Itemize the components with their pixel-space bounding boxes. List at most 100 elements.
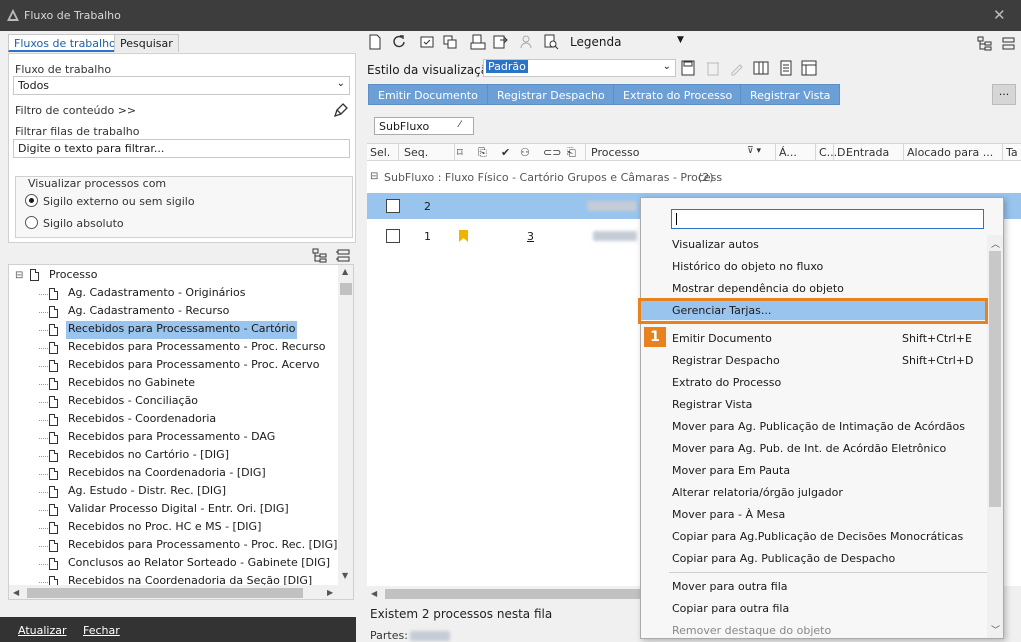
context-menu-item[interactable]: Remover destaque do objeto	[672, 624, 831, 637]
scroll-up-icon[interactable]: ▲	[342, 267, 348, 276]
tree-root[interactable]: Processo	[47, 267, 99, 285]
registrar-despacho-button[interactable]: Registrar Despacho	[487, 84, 615, 105]
context-menu-item[interactable]: Histórico do objeto no fluxo	[672, 260, 823, 273]
context-menu-item[interactable]: Mover para - À Mesa	[672, 508, 785, 521]
brush-icon[interactable]	[333, 102, 349, 118]
context-menu-item[interactable]: Mostrar dependência do objeto	[672, 282, 844, 295]
legend-label[interactable]: Legenda	[570, 35, 621, 49]
tree-item[interactable]: Recebidos no Proc. HC e MS - [DIG]	[66, 519, 263, 537]
tree-item[interactable]: Ag. Estudo - Distr. Rec. [DIG]	[66, 483, 228, 501]
col-entrada[interactable]: Entrada	[846, 146, 889, 159]
tree-item[interactable]: Recebidos - Conciliação	[66, 393, 200, 411]
context-menu-item[interactable]: Mover para Ag. Pub. de Int. de Acórdão E…	[672, 442, 946, 455]
tree-item[interactable]: Recebidos para Processamento - DAG	[66, 429, 277, 447]
tree-item[interactable]: Recebidos no Gabinete	[66, 375, 197, 393]
scroll-down-icon[interactable]: ﹀	[991, 623, 1000, 636]
tree-item[interactable]: Recebidos na Coordenadoria - [DIG]	[66, 465, 268, 483]
bookmark-col-icon[interactable]: ⌑	[457, 146, 463, 159]
tree-expand-icon[interactable]	[312, 248, 328, 264]
legend-dropdown-icon[interactable]: ▼	[677, 35, 684, 45]
scroll-up-icon[interactable]: ︿	[991, 237, 1000, 250]
context-menu-item[interactable]: Alterar relatoria/órgão julgador	[672, 486, 843, 499]
context-menu-item[interactable]: Extrato do Processo	[672, 376, 781, 389]
tree-hscroll-thumb[interactable]	[27, 588, 303, 598]
transfer-icon[interactable]	[470, 34, 486, 50]
close-window-icon[interactable]: ✕	[993, 6, 1006, 24]
context-menu-item[interactable]: Copiar para Ag. Publicação de Despacho	[672, 552, 895, 565]
row-checkbox[interactable]	[386, 199, 400, 213]
tree-item[interactable]: Validar Processo Digital - Entr. Ori. [D…	[66, 501, 291, 519]
scroll-left-icon[interactable]: ◀	[13, 588, 19, 597]
check-doc-icon[interactable]	[419, 34, 435, 50]
tree-item[interactable]: Ag. Cadastramento - Originários	[66, 285, 247, 303]
more-button[interactable]: ...	[992, 84, 1016, 105]
radio-sigilo-externo[interactable]	[25, 194, 38, 207]
group-chip[interactable]: SubFluxo ⁄	[374, 117, 474, 135]
tree-item[interactable]: Recebidos para Processamento - Proc. Ace…	[66, 357, 322, 375]
layout-icon[interactable]	[801, 60, 817, 76]
export-icon[interactable]	[492, 34, 508, 50]
tree-item[interactable]: Recebidos para Processamento - Proc. Rec…	[66, 537, 339, 555]
emitir-documento-button[interactable]: Emitir Documento	[368, 84, 488, 105]
flow-select[interactable]: Todos ⌄	[13, 76, 350, 95]
context-menu-item[interactable]: Visualizar autos	[672, 238, 759, 251]
context-menu-item[interactable]: Mover para outra fila	[672, 580, 788, 593]
tree-vscroll[interactable]: ▲ ▼	[338, 265, 353, 585]
queue-filter-input[interactable]: Digite o texto para filtrar...	[13, 139, 350, 158]
col-ta[interactable]: Ta	[1006, 146, 1018, 159]
view-style-select[interactable]: Padrão ⌄	[483, 59, 676, 77]
tree-hscroll[interactable]: ◀ ▶	[9, 585, 353, 599]
scroll-left-icon[interactable]: ◀	[371, 589, 377, 598]
search-doc-icon[interactable]	[543, 34, 559, 50]
tree-item[interactable]: Recebidos para Processamento - Proc. Rec…	[66, 339, 328, 357]
context-vscroll-thumb[interactable]	[989, 251, 1001, 507]
save-icon[interactable]	[681, 60, 695, 76]
tree-item[interactable]: Recebidos no Cartório - [DIG]	[66, 447, 231, 465]
row-checkbox[interactable]	[386, 229, 400, 243]
registrar-vista-button[interactable]: Registrar Vista	[740, 84, 841, 105]
col-processo[interactable]: Processo	[591, 146, 639, 159]
context-menu-item[interactable]: Registrar Vista	[672, 398, 752, 411]
check-col-icon[interactable]: ✔	[501, 146, 510, 159]
collapse-tree-icon[interactable]	[1000, 36, 1016, 52]
col-seq[interactable]: Seq.	[404, 146, 428, 159]
tab-pesquisar[interactable]: Pesquisar	[114, 34, 179, 52]
scroll-right-icon[interactable]: ▶	[327, 588, 333, 597]
tree-vscroll-thumb[interactable]	[340, 283, 352, 295]
refresh-button[interactable]: Atualizar	[18, 624, 67, 637]
col-alocado[interactable]: Alocado para ...	[907, 146, 993, 159]
tree-collapse-icon[interactable]	[335, 248, 351, 264]
col-a[interactable]: Á...	[779, 146, 797, 159]
tree-item[interactable]: Recebidos - Coordenadoria	[66, 411, 218, 429]
group-row-label[interactable]: SubFluxo : Fluxo Físico - Cartório Grupo…	[384, 171, 722, 184]
scroll-down-icon[interactable]: ▼	[342, 571, 348, 580]
filter-processo-icon[interactable]: ⊽ ▾	[747, 146, 761, 156]
columns-icon[interactable]	[753, 60, 769, 76]
link-col-icon[interactable]: ⊂⊃	[543, 146, 561, 159]
delete-icon[interactable]	[706, 60, 720, 76]
context-search-input[interactable]	[671, 209, 984, 229]
grid-hscroll-thumb[interactable]	[385, 589, 655, 599]
row-link[interactable]: 3	[527, 230, 534, 243]
context-menu-item[interactable]: Registrar Despacho	[672, 354, 780, 367]
tree-item[interactable]: Conclusos ao Relator Sorteado - Gabinete…	[66, 555, 332, 573]
doc-list-icon[interactable]	[778, 60, 794, 76]
group-collapse-icon[interactable]: ⊟	[370, 171, 378, 182]
context-menu-item[interactable]: Copiar para outra fila	[672, 602, 789, 615]
context-menu-item[interactable]: Copiar para Ag.Publicação de Decisões Mo…	[672, 530, 963, 543]
col-c[interactable]: C...	[819, 146, 837, 159]
context-menu-item[interactable]: Mover para Ag. Publicação de Intimação d…	[672, 420, 965, 433]
tab-fluxos[interactable]: Fluxos de trabalho	[8, 34, 122, 52]
context-vscroll[interactable]: ︿ ﹀	[987, 235, 1003, 638]
sort-icon[interactable]: ⁄	[459, 120, 461, 130]
col-sel[interactable]: Sel.	[370, 146, 390, 159]
radio-sigilo-absoluto[interactable]	[25, 216, 38, 229]
expand-tree-icon[interactable]	[977, 36, 993, 52]
user-search-icon[interactable]	[520, 34, 536, 50]
context-menu-item[interactable]: Emitir Documento	[672, 332, 772, 345]
close-button[interactable]: Fechar	[83, 624, 120, 637]
doc-col-icon[interactable]: ⎘	[478, 146, 487, 160]
context-menu-item[interactable]: Mover para Em Pauta	[672, 464, 790, 477]
tree-item[interactable]: Ag. Cadastramento - Recurso	[66, 303, 231, 321]
refresh-icon[interactable]	[391, 34, 407, 50]
